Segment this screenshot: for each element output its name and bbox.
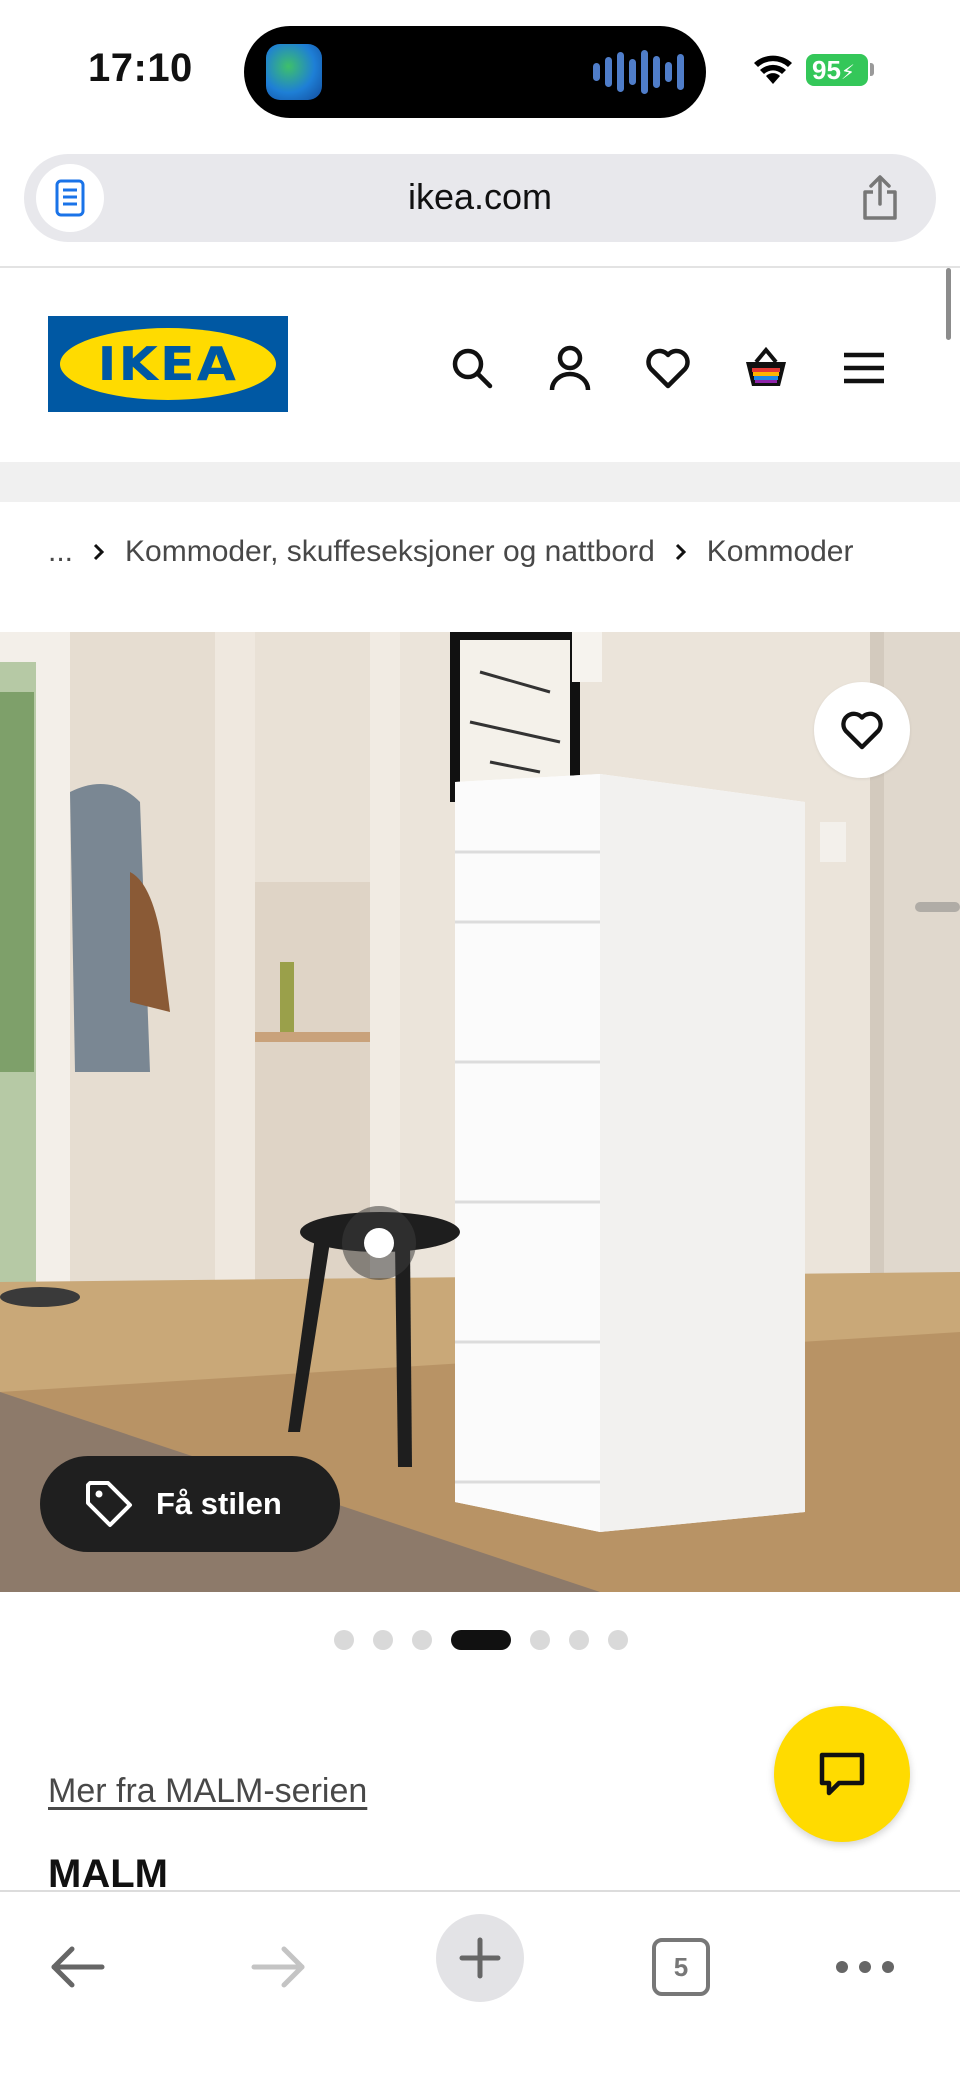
add-to-favorites-button[interactable] [814, 682, 910, 778]
tag-icon [86, 1481, 132, 1527]
tabs-button[interactable]: 5 [636, 1922, 726, 2012]
menu-icon [844, 352, 884, 384]
account-button[interactable] [538, 340, 602, 396]
get-the-style-button[interactable]: Få stilen [40, 1456, 340, 1552]
battery-level: 95 [812, 55, 841, 85]
back-icon [51, 1946, 105, 1988]
new-tab-button[interactable] [436, 1914, 524, 2002]
logo-oval: IKEA [60, 328, 276, 400]
carousel-dot[interactable] [569, 1630, 589, 1650]
product-hotspot[interactable] [342, 1206, 416, 1280]
ikea-logo[interactable]: IKEA [48, 316, 288, 412]
hotspot-dot [364, 1228, 394, 1258]
heart-icon [841, 711, 883, 750]
more-button[interactable] [820, 1922, 910, 2012]
battery-nub [870, 63, 874, 76]
logo-text: IKEA [97, 337, 239, 391]
product-photo [0, 632, 960, 1592]
status-bar: 17:10 95⚡ [0, 0, 960, 140]
wifi-icon [754, 55, 792, 84]
carousel-dot[interactable] [608, 1630, 628, 1650]
cart-button[interactable] [734, 340, 798, 396]
cart-icon [746, 346, 786, 386]
header-icons [440, 340, 896, 396]
carousel-dot[interactable] [334, 1630, 354, 1650]
scrollbar-thumb[interactable] [946, 268, 951, 340]
carousel-dot[interactable] [412, 1630, 432, 1650]
carousel-dot[interactable] [530, 1630, 550, 1650]
breadcrumb-item-category[interactable]: Kommoder, skuffeseksjoner og nattbord [125, 535, 655, 569]
forward-button[interactable] [234, 1922, 324, 2012]
favorites-button[interactable] [636, 340, 700, 396]
account-icon [549, 345, 591, 391]
carousel-dots [334, 1630, 628, 1650]
search-icon [452, 348, 493, 389]
back-button[interactable] [32, 1922, 122, 2012]
chat-button[interactable] [774, 1706, 910, 1842]
dynamic-island[interactable] [244, 26, 706, 118]
product-image[interactable] [0, 632, 960, 1592]
heart-icon [646, 348, 690, 389]
chevron-right-icon [93, 543, 105, 561]
series-link[interactable]: Mer fra MALM-serien [48, 1772, 367, 1811]
breadcrumb: ... Kommoder, skuffeseksjoner og nattbor… [48, 530, 853, 574]
island-app-icon [266, 44, 322, 100]
share-icon [863, 175, 897, 220]
tabs-count: 5 [673, 1951, 689, 1982]
search-button[interactable] [440, 340, 504, 396]
more-icon [836, 1961, 894, 1973]
forward-icon [251, 1946, 305, 1988]
tabs-icon: 5 [652, 1938, 710, 1996]
battery-icon: 95⚡ [806, 54, 868, 86]
breadcrumb-ellipsis[interactable]: ... [48, 535, 73, 569]
address-url[interactable]: ikea.com [24, 176, 936, 218]
promo-strip [0, 462, 960, 502]
get-the-style-label: Få stilen [156, 1486, 282, 1521]
breadcrumb-item-current[interactable]: Kommoder [707, 535, 854, 569]
carousel-dot[interactable] [373, 1630, 393, 1650]
share-button[interactable] [852, 170, 908, 226]
chat-icon [819, 1752, 865, 1796]
menu-button[interactable] [832, 340, 896, 396]
new-tab-icon [459, 1937, 501, 1979]
chevron-right-icon [675, 543, 687, 561]
status-time: 17:10 [88, 46, 193, 90]
carousel-dot-active[interactable] [451, 1630, 511, 1650]
browser-toolbar: 5 [0, 1890, 960, 2081]
site-header: IKEA [0, 268, 960, 460]
address-bar[interactable]: ikea.com [24, 154, 936, 242]
audio-wave-icon [593, 48, 684, 96]
